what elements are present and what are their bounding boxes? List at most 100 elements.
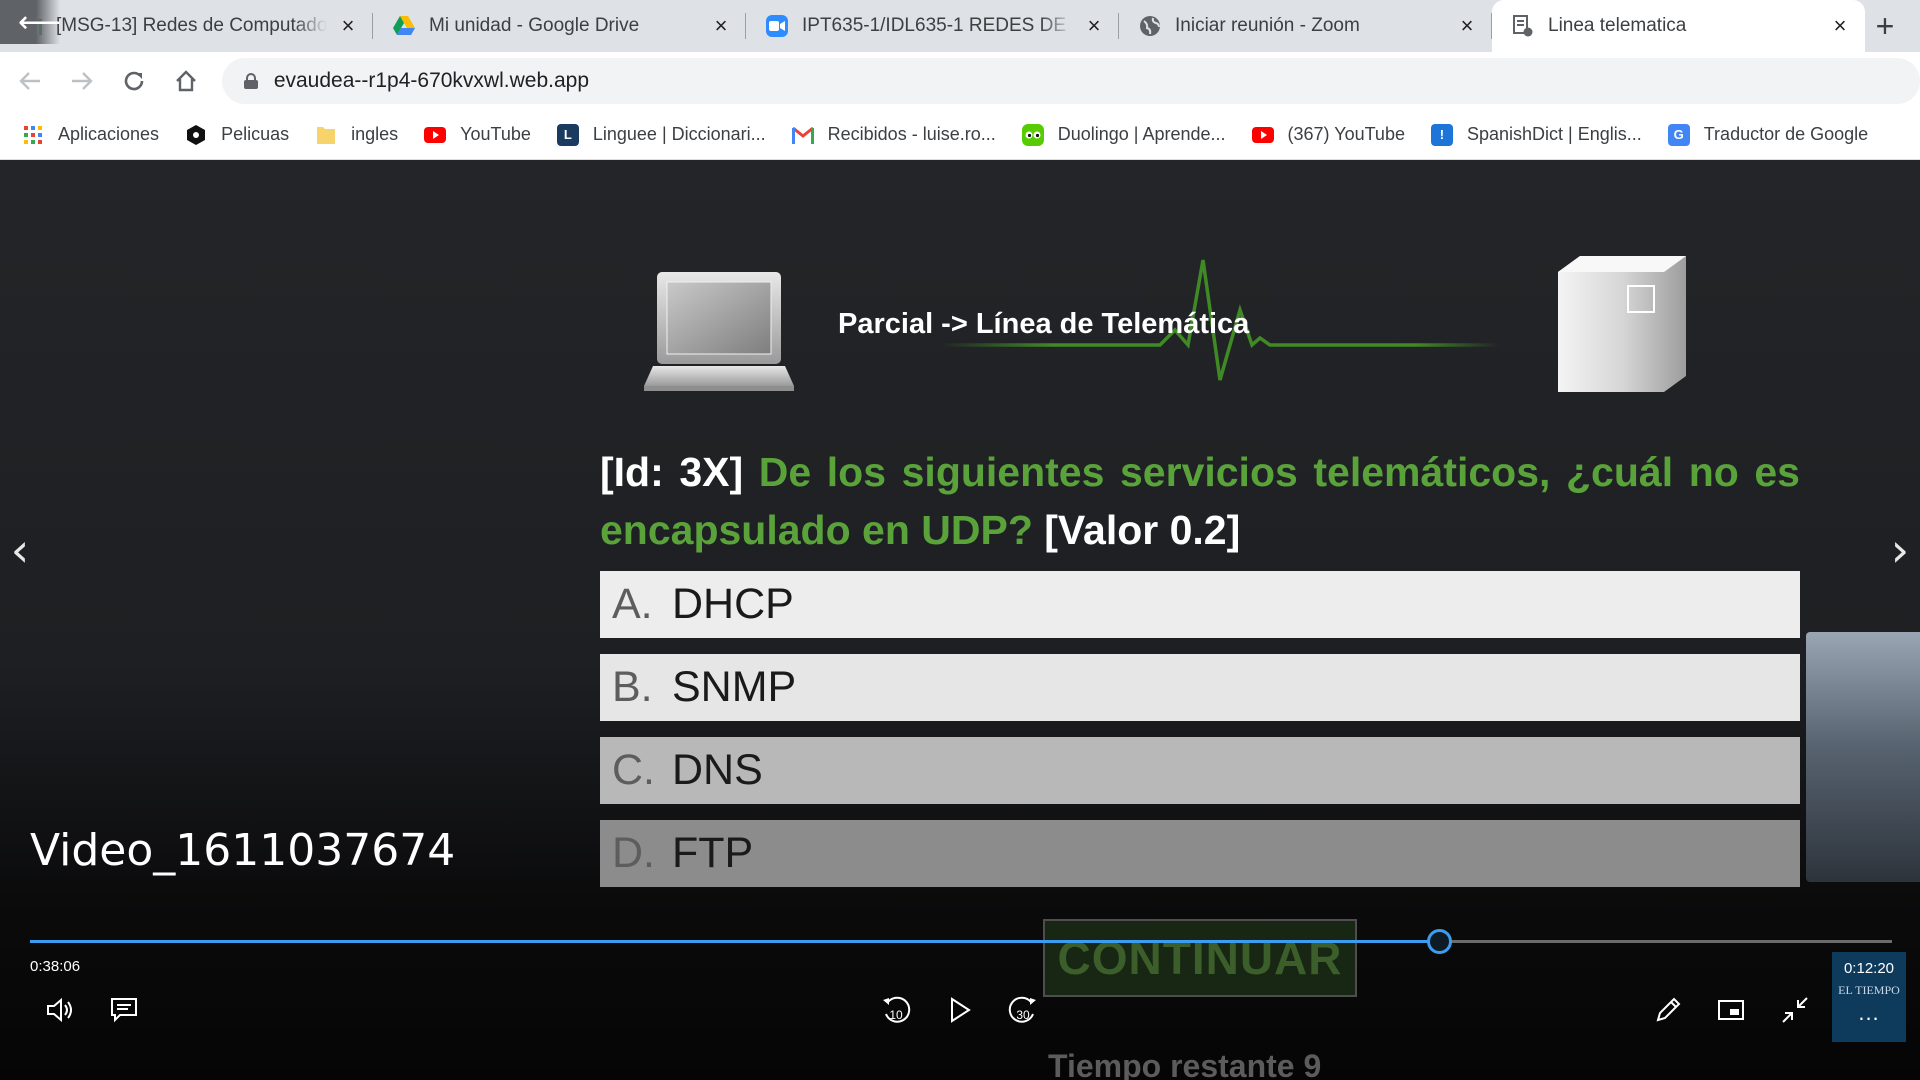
close-tab-icon[interactable]: × (337, 13, 359, 38)
spanishdict-icon: ! (1430, 123, 1453, 146)
continue-button[interactable]: CONTINUAR (1043, 919, 1357, 997)
pencil-icon (1656, 997, 1681, 1022)
video-player[interactable]: ‹ › Parcial -> Línea de Telemática [Id: … (0, 160, 1920, 1080)
bookmark-item[interactable]: Recibidos - luise.ro... (791, 124, 996, 146)
previous-arrow-icon[interactable]: ‹ (0, 520, 40, 580)
bookmark-label: Aplicaciones (58, 124, 160, 144)
svg-text:30: 30 (1016, 1008, 1030, 1022)
remaining-caption: EL TIEMPO (1838, 983, 1900, 997)
new-tab-button[interactable]: + (1865, 0, 1905, 52)
browser-tab[interactable]: Mi unidad - Google Drive × (373, 0, 746, 52)
browser-tab-active[interactable]: Linea telematica × (1492, 0, 1865, 52)
draw-button[interactable] (1648, 990, 1688, 1030)
option-letter: D. (612, 829, 655, 877)
option-letter: A. (612, 580, 653, 628)
exit-fullscreen-button[interactable] (1775, 990, 1815, 1030)
answer-option-d[interactable]: D. FTP (600, 820, 1800, 887)
tab-title: Linea telematica (1548, 15, 1687, 36)
reload-button[interactable] (112, 59, 156, 103)
answer-options: A. DHCP B. SNMP C. DNS D. FTP (600, 571, 1800, 903)
option-text: DNS (672, 746, 763, 794)
bookmark-label: Linguee | Diccionari... (592, 124, 766, 144)
movie-icon (185, 124, 207, 146)
youtube-icon (424, 124, 447, 146)
bookmark-item[interactable]: L Linguee | Diccionari... (556, 123, 766, 146)
seek-bar-handle[interactable] (1427, 929, 1452, 954)
bookmark-item[interactable]: ingles (315, 124, 398, 146)
bookmark-label: ingles (351, 124, 399, 144)
back-button[interactable] (8, 59, 52, 103)
bookmark-label: Pelicuas (221, 124, 290, 144)
gmail-icon (791, 124, 814, 146)
address-bar[interactable]: evaudea--r1p4-670kvxwl.web.app (221, 58, 1920, 104)
url-text: evaudea--r1p4-670kvxwl.web.app (273, 69, 589, 92)
bookmarks-bar: Aplicaciones Pelicuas ingles YouTube L L… (0, 110, 1920, 160)
captions-button[interactable] (104, 990, 144, 1030)
option-text: SNMP (672, 663, 797, 711)
video-title: Video_1611037674 (30, 825, 456, 876)
zoom-icon (766, 15, 788, 37)
more-options-icon[interactable]: ... (1832, 1000, 1906, 1026)
google-translate-icon: G (1667, 123, 1690, 146)
remaining-time: 0:12:20 (1843, 960, 1895, 977)
play-icon (951, 997, 971, 1023)
close-tab-icon[interactable]: × (710, 13, 732, 38)
bookmark-label: Traductor de Google (1703, 124, 1869, 144)
rewind-icon: 10 (883, 996, 911, 1023)
elapsed-time: 0:38:06 (30, 958, 81, 975)
bookmark-item[interactable]: Pelicuas (185, 124, 289, 146)
collapse-icon (1782, 997, 1808, 1023)
forward-30-button[interactable]: 30 (1003, 990, 1043, 1030)
browser-tab[interactable]: Iniciar reunión - Zoom × (1119, 0, 1492, 52)
back-arrow-icon[interactable]: ⟵ (0, 0, 61, 44)
home-button[interactable] (164, 59, 208, 103)
question-id: [Id: 3X] (600, 449, 744, 495)
bookmark-label: Duolingo | Aprende... (1057, 124, 1226, 144)
answer-option-c[interactable]: C. DNS (600, 737, 1800, 804)
bookmark-item[interactable]: G Traductor de Google (1667, 123, 1869, 146)
bookmark-item[interactable]: ! SpanishDict | Englis... (1430, 123, 1642, 146)
close-tab-icon[interactable]: × (1829, 13, 1851, 38)
back-icon (19, 72, 40, 90)
bookmark-label: (367) YouTube (1287, 124, 1405, 144)
tab-title: Mi unidad - Google Drive (429, 15, 640, 36)
bookmark-item[interactable]: YouTube (424, 124, 531, 146)
fast-forward-icon: 30 (1008, 996, 1036, 1023)
play-button[interactable] (940, 990, 980, 1030)
remaining-time-box[interactable]: 0:12:20 EL TIEMPO ... (1832, 952, 1906, 1042)
close-tab-icon[interactable]: × (1456, 13, 1478, 38)
quiz-banner: Parcial -> Línea de Telemática (640, 250, 1760, 420)
apps-grid-icon (22, 124, 44, 146)
forward-button[interactable] (60, 59, 104, 103)
server-icon (1558, 256, 1686, 392)
home-icon (175, 70, 196, 92)
rewind-10-button[interactable]: 10 (876, 990, 916, 1030)
bookmark-item[interactable]: Aplicaciones (22, 124, 159, 146)
seek-bar-progress (30, 940, 1439, 943)
close-tab-icon[interactable]: × (1083, 13, 1105, 38)
google-drive-icon (393, 15, 415, 37)
svg-text:10: 10 (889, 1008, 903, 1022)
lock-icon (243, 73, 258, 89)
video-thumbnail[interactable] (1806, 632, 1920, 882)
next-arrow-icon[interactable]: › (1880, 520, 1920, 580)
globe-icon (1139, 15, 1161, 37)
bookmark-label: SpanishDict | Englis... (1466, 124, 1642, 144)
mini-player-button[interactable] (1711, 990, 1751, 1030)
picture-in-picture-icon (1718, 1000, 1744, 1020)
duolingo-icon (1021, 123, 1044, 146)
answer-option-b[interactable]: B. SNMP (600, 654, 1800, 721)
answer-option-a[interactable]: A. DHCP (600, 571, 1800, 638)
folder-icon (315, 124, 337, 146)
volume-icon (47, 997, 72, 1023)
tab-title: Iniciar reunión - Zoom (1175, 15, 1360, 36)
seek-bar[interactable] (30, 929, 1892, 954)
tab-title: [MSG-13] Redes de Computadores (56, 15, 327, 36)
youtube-icon (1251, 124, 1274, 146)
bookmark-item[interactable]: (367) YouTube (1251, 124, 1405, 146)
question-text: [Id: 3X] De los siguientes servicios tel… (600, 443, 1800, 559)
bookmark-item[interactable]: Duolingo | Aprende... (1021, 123, 1226, 146)
browser-tab[interactable]: IPT635-1/IDL635-1 REDES DE COMPUTADORES … (746, 0, 1119, 52)
volume-button[interactable] (41, 990, 81, 1030)
quiz-title: Parcial -> Línea de Telemática (838, 308, 1250, 340)
